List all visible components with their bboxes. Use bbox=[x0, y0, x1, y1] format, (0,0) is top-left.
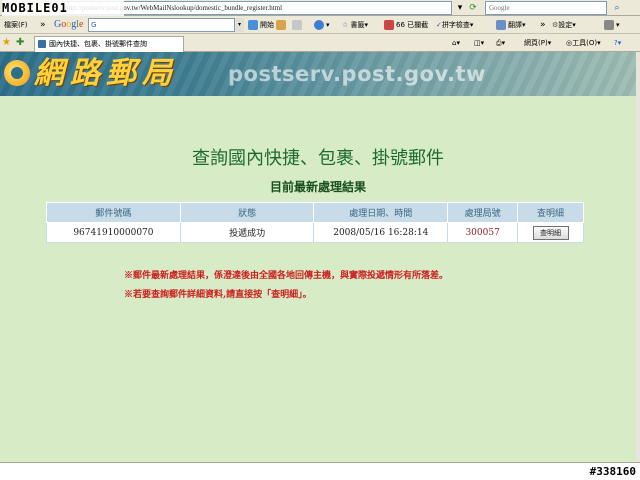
google-search-dropdown-icon[interactable]: ▾ bbox=[234, 18, 244, 32]
col-header-status: 狀態 bbox=[179, 202, 315, 223]
browser-window: http://postserv.post.gov.tw/WebMailNsloo… bbox=[0, 0, 640, 480]
post-logo-icon bbox=[4, 60, 30, 86]
page-menu-button[interactable]: 網頁(P)▾ bbox=[524, 34, 551, 52]
google-search-input[interactable]: G bbox=[88, 18, 243, 32]
table-row: 96741910000070 投遞成功 2008/05/16 16:28:14 … bbox=[46, 222, 584, 243]
tab-bar: ★ ✚ 國內快捷、包裹、掛號郵件查詢 ⌂▾ ◫▾ ⎙▾ 網頁(P)▾ ◎工具(O… bbox=[0, 34, 640, 52]
col-header-detail: 查明細 bbox=[517, 202, 584, 223]
translate-button[interactable]: 翻譯▾ bbox=[496, 16, 526, 34]
tools-menu-button[interactable]: ◎工具(O)▾ bbox=[566, 34, 601, 52]
site-watermark-logo: MOBILE01 bbox=[2, 0, 124, 16]
spellcheck-button[interactable]: ✓拼字檢查▾ bbox=[436, 16, 473, 34]
toolbar-chevron-icon[interactable]: » bbox=[40, 16, 46, 34]
settings-button[interactable]: ⚙設定▾ bbox=[552, 16, 576, 34]
mail-status: 投遞成功 bbox=[179, 222, 315, 243]
address-dropdown-icon[interactable]: ▾ bbox=[453, 1, 467, 15]
notice-text: ※郵件最新處理結果，係澄達後由全國各地回傳主機，與實際投遞情形有所落差。 bbox=[124, 271, 449, 281]
results-subtitle: 目前最新處理結果 bbox=[269, 180, 366, 194]
google-go-button[interactable]: 開始 bbox=[248, 16, 274, 34]
toolbar-mail-icon[interactable] bbox=[276, 16, 288, 34]
office-code-link[interactable]: 300057 bbox=[447, 222, 519, 243]
detail-cell: 查明細 bbox=[517, 222, 584, 243]
vertical-scrollbar[interactable] bbox=[636, 52, 640, 462]
bookmarks-button[interactable]: ☆ 書籤▾ bbox=[342, 16, 368, 34]
google-logo: Google bbox=[54, 19, 84, 30]
banner-title: 網路郵局 bbox=[34, 56, 178, 91]
page-content: 網路郵局 postserv.post.gov.tw 查詢國內快捷、包裹、掛號郵件… bbox=[0, 52, 636, 462]
toolbar-more-icon[interactable]: » bbox=[540, 16, 546, 34]
results-table: 郵件號碼 狀態 處理日期、時間 處理局號 查明細 96741910000070 … bbox=[46, 202, 584, 243]
search-icon[interactable]: ⌕ bbox=[610, 1, 624, 15]
refresh-icon[interactable]: ⟳ bbox=[466, 1, 480, 15]
col-header-datetime: 處理日期、時間 bbox=[313, 202, 449, 223]
banner-url: postserv.post.gov.tw bbox=[228, 62, 486, 86]
address-bar-row: http://postserv.post.gov.tw/WebMailNsloo… bbox=[0, 0, 640, 16]
mail-number: 96741910000070 bbox=[46, 222, 181, 243]
star-icon: ☆ bbox=[342, 21, 349, 29]
go-arrow-icon bbox=[248, 20, 258, 30]
toolbar-page-icon[interactable] bbox=[292, 16, 304, 34]
menu-file[interactable]: 檔案(F) bbox=[4, 16, 28, 34]
feeds-icon[interactable]: ◫▾ bbox=[474, 34, 484, 52]
toolbar-extra-icon[interactable]: ▾ bbox=[604, 16, 620, 34]
page-favicon bbox=[38, 40, 46, 48]
site-banner: 網路郵局 postserv.post.gov.tw bbox=[0, 52, 636, 96]
home-icon[interactable]: ⌂▾ bbox=[452, 34, 460, 52]
favorites-star-icon[interactable]: ★ bbox=[2, 36, 14, 50]
tab-active[interactable]: 國內快捷、包裹、掛號郵件查詢 bbox=[34, 36, 184, 52]
print-icon[interactable]: ⎙▾ bbox=[496, 34, 505, 52]
help-icon[interactable]: ?▾ bbox=[614, 34, 621, 52]
add-favorite-icon[interactable]: ✚ bbox=[16, 36, 28, 50]
status-bar: #338160 bbox=[0, 462, 640, 480]
google-toolbar: 檔案(F) » Google G ▾ 開始 ▾ ☆ 書籤▾ 66 已攔截 ✓拼字… bbox=[0, 16, 640, 34]
image-id-watermark: #338160 bbox=[589, 465, 636, 478]
col-header-office: 處理局號 bbox=[447, 202, 519, 223]
mail-datetime: 2008/05/16 16:28:14 bbox=[313, 222, 449, 243]
col-header-number: 郵件號碼 bbox=[46, 202, 181, 223]
page-title: 查詢國內快捷、包裹、掛號郵件 bbox=[192, 148, 444, 169]
search-input[interactable]: Google bbox=[485, 1, 607, 15]
table-header-row: 郵件號碼 狀態 處理日期、時間 處理局號 查明細 bbox=[46, 202, 584, 223]
popup-blocked-button[interactable]: 66 已攔截 bbox=[384, 16, 428, 34]
detail-hint-text: ※若要查詢郵件詳細資料,請直接按「查明細」。 bbox=[124, 290, 312, 300]
toolbar-circle-icon[interactable]: ▾ bbox=[314, 16, 330, 34]
view-detail-button[interactable]: 查明細 bbox=[532, 225, 569, 240]
